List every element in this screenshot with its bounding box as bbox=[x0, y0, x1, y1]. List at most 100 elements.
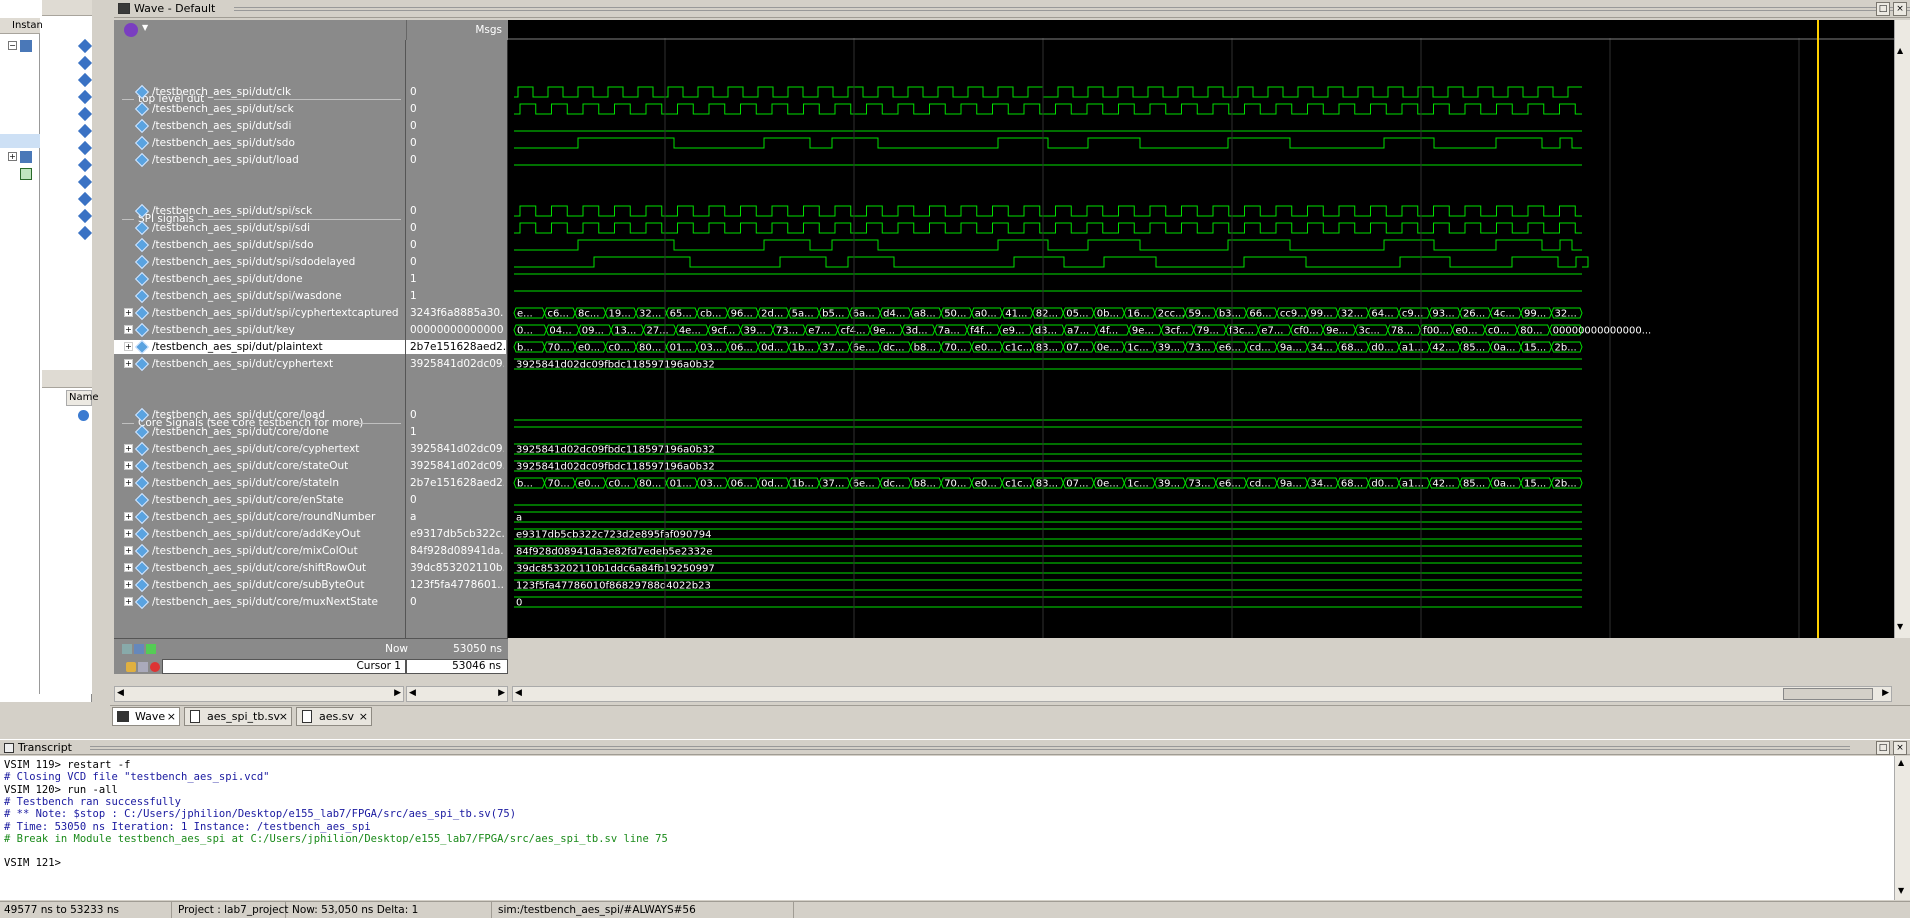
transcript-line: VSIM 119> restart -f bbox=[4, 759, 131, 771]
instance-tab-label[interactable]: Instan bbox=[12, 20, 43, 31]
titlebar-grip[interactable] bbox=[234, 7, 1910, 11]
signal-row[interactable]: /testbench_aes_spi/dut/core/enState bbox=[114, 492, 405, 508]
signal-row[interactable]: + /testbench_aes_spi/dut/core/mixColOut bbox=[114, 543, 405, 559]
bus-value: 68... bbox=[1341, 479, 1363, 490]
signal-value: 0 bbox=[410, 256, 417, 268]
expand-icon[interactable]: + bbox=[124, 597, 133, 606]
signal-row[interactable]: /testbench_aes_spi/dut/spi/sdo bbox=[114, 237, 405, 253]
tab-aes[interactable]: aes.sv × bbox=[296, 707, 372, 726]
expand-icon[interactable]: + bbox=[124, 478, 133, 487]
bus-value: 16... bbox=[1127, 309, 1149, 320]
tab-wave[interactable]: Wave × bbox=[112, 707, 180, 726]
scroll-right-icon[interactable]: ▶ bbox=[1882, 688, 1889, 698]
signal-icon bbox=[134, 220, 150, 236]
selected-instance-row[interactable] bbox=[0, 134, 40, 148]
names-hscrollbar[interactable]: ◀ ▶ bbox=[114, 686, 404, 702]
signal-row[interactable]: /testbench_aes_spi/dut/spi/sck bbox=[114, 203, 405, 219]
transcript-pane[interactable]: VSIM 119> restart -f # Closing VCD file "… bbox=[0, 756, 1894, 900]
expand-icon[interactable]: + bbox=[124, 580, 133, 589]
waveform-pane[interactable]: e... c6... 8c... 19... 32... 65... cb... 96... 2… bbox=[508, 20, 1894, 638]
expand-icon[interactable]: + bbox=[124, 529, 133, 538]
expand-icon[interactable]: + bbox=[124, 461, 133, 470]
scroll-left-icon[interactable]: ◀ bbox=[515, 688, 522, 698]
bus-value: 59... bbox=[1188, 309, 1210, 320]
expand-icon[interactable]: + bbox=[8, 152, 17, 161]
signal-row[interactable]: /testbench_aes_spi/dut/sdo bbox=[114, 135, 405, 151]
expand-icon[interactable]: + bbox=[124, 512, 133, 521]
signal-row[interactable]: /testbench_aes_spi/dut/spi/wasdone bbox=[114, 288, 405, 304]
close-icon[interactable]: × bbox=[167, 708, 176, 725]
expand-icon[interactable]: + bbox=[124, 342, 133, 351]
wave-options-icon[interactable] bbox=[124, 23, 138, 37]
signal-row[interactable]: /testbench_aes_spi/dut/sck bbox=[114, 101, 405, 117]
signal-row[interactable]: + /testbench_aes_spi/dut/plaintext bbox=[114, 339, 405, 355]
tab-aes-spi-tb[interactable]: aes_spi_tb.sv × bbox=[184, 707, 292, 726]
transcript-vscrollbar[interactable]: ▲ ▼ bbox=[1894, 756, 1910, 900]
signal-row[interactable]: + /testbench_aes_spi/dut/spi/cyphertextca… bbox=[114, 305, 405, 321]
waveform-canvas[interactable]: e... c6... 8c... 19... 32... 65... cb... 96... 2… bbox=[508, 20, 1894, 638]
signal-row[interactable]: /testbench_aes_spi/dut/spi/sdi bbox=[114, 220, 405, 236]
expand-icon[interactable]: + bbox=[124, 444, 133, 453]
expand-icon[interactable]: + bbox=[124, 563, 133, 572]
scroll-right-icon[interactable]: ▶ bbox=[394, 688, 401, 698]
bus-value: f4f... bbox=[970, 326, 992, 337]
name-column-header[interactable]: Name bbox=[66, 390, 99, 406]
wave-hscrollbar[interactable]: ◀ ▶ bbox=[512, 686, 1892, 702]
signal-value: 0 bbox=[410, 103, 417, 115]
signal-row[interactable]: /testbench_aes_spi/dut/core/load bbox=[114, 407, 405, 423]
expand-icon[interactable]: + bbox=[124, 325, 133, 334]
signal-row[interactable]: /testbench_aes_spi/dut/clk bbox=[114, 84, 405, 100]
scroll-thumb[interactable] bbox=[1783, 688, 1873, 700]
close-icon[interactable]: × bbox=[279, 708, 288, 725]
cursor-value-box[interactable]: 53046 ns bbox=[406, 659, 508, 674]
now-icons[interactable] bbox=[122, 644, 156, 654]
signal-row[interactable]: /testbench_aes_spi/dut/load bbox=[114, 152, 405, 168]
scroll-up-icon[interactable]: ▲ bbox=[1897, 46, 1903, 55]
expand-icon[interactable]: + bbox=[124, 546, 133, 555]
bus-value: 32... bbox=[1341, 309, 1363, 320]
chevron-down-icon[interactable]: ▼ bbox=[142, 23, 148, 32]
signal-row[interactable]: + /testbench_aes_spi/dut/core/stateOut bbox=[114, 458, 405, 474]
titlebar-grip[interactable] bbox=[90, 746, 1850, 750]
signal-icon bbox=[134, 441, 150, 457]
signal-row[interactable]: + /testbench_aes_spi/dut/core/subByteOut bbox=[114, 577, 405, 593]
scroll-right-icon[interactable]: ▶ bbox=[498, 688, 505, 698]
signal-row[interactable]: + /testbench_aes_spi/dut/key bbox=[114, 322, 405, 338]
scroll-down-icon[interactable]: ▼ bbox=[1897, 622, 1903, 631]
signal-row[interactable]: + /testbench_aes_spi/dut/core/addKeyOut bbox=[114, 526, 405, 542]
bus-value: a8... bbox=[914, 309, 936, 320]
signal-row[interactable]: /testbench_aes_spi/dut/spi/sdodelayed bbox=[114, 254, 405, 270]
signal-row[interactable]: /testbench_aes_spi/dut/done bbox=[114, 271, 405, 287]
maximize-icon[interactable]: □ bbox=[1876, 2, 1890, 16]
scroll-left-icon[interactable]: ◀ bbox=[409, 688, 416, 698]
close-icon[interactable]: × bbox=[1893, 2, 1907, 16]
bus-value: 85... bbox=[1463, 479, 1485, 490]
values-hscrollbar[interactable]: ◀ ▶ bbox=[406, 686, 508, 702]
signal-row[interactable]: + /testbench_aes_spi/dut/core/cyphertext bbox=[114, 441, 405, 457]
signal-row[interactable]: + /testbench_aes_spi/dut/cyphertext bbox=[114, 356, 405, 372]
signal-row[interactable]: /testbench_aes_spi/dut/core/done bbox=[114, 424, 405, 440]
signal-row[interactable]: /testbench_aes_spi/dut/sdi bbox=[114, 118, 405, 134]
expand-icon[interactable]: + bbox=[124, 308, 133, 317]
close-icon[interactable]: × bbox=[1893, 741, 1907, 755]
scroll-left-icon[interactable]: ◀ bbox=[117, 688, 124, 698]
cursor-lock-icon[interactable] bbox=[126, 662, 136, 672]
add-cursor-icon[interactable] bbox=[138, 662, 148, 672]
collapse-icon[interactable]: − bbox=[8, 41, 17, 50]
signal-value: 1 bbox=[410, 273, 417, 285]
expand-icon[interactable]: + bbox=[124, 359, 133, 368]
scroll-down-icon[interactable]: ▼ bbox=[1898, 886, 1904, 895]
signal-row[interactable]: + /testbench_aes_spi/dut/core/muxNextStat… bbox=[114, 594, 405, 610]
signal-name: /testbench_aes_spi/dut/core/load bbox=[152, 409, 326, 421]
scroll-up-icon[interactable]: ▲ bbox=[1898, 758, 1904, 767]
cursor-name-box[interactable]: Cursor 1 bbox=[162, 659, 406, 674]
maximize-icon[interactable]: □ bbox=[1876, 741, 1890, 755]
waveform-vscrollbar[interactable]: ▲ ▼ bbox=[1894, 20, 1910, 638]
signal-row[interactable]: + /testbench_aes_spi/dut/core/shiftRowOut bbox=[114, 560, 405, 576]
transcript-line: # Testbench ran successfully bbox=[4, 795, 182, 808]
signal-row[interactable]: + /testbench_aes_spi/dut/core/stateIn bbox=[114, 475, 405, 491]
delete-cursor-icon[interactable] bbox=[150, 662, 160, 672]
signal-row[interactable]: + /testbench_aes_spi/dut/core/roundNumber bbox=[114, 509, 405, 525]
bus-value: 83... bbox=[1036, 479, 1058, 490]
close-icon[interactable]: × bbox=[359, 708, 368, 725]
